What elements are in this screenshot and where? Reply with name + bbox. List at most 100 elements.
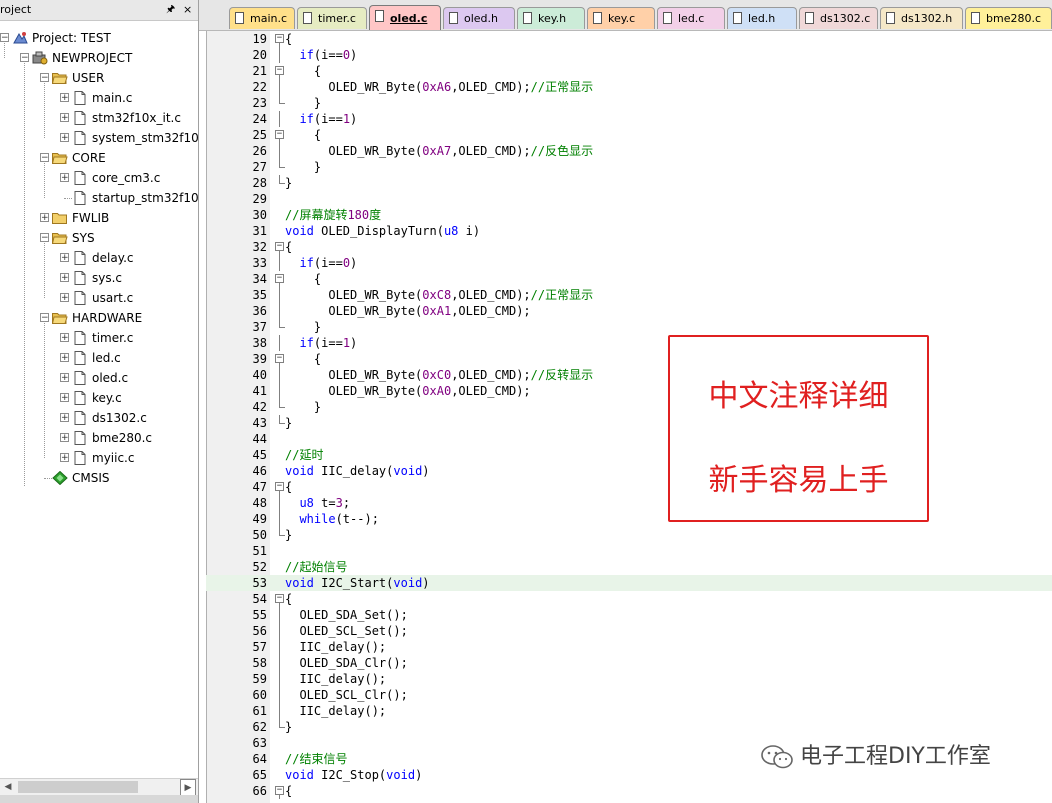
tab-main-c[interactable]: main.c [229,7,295,29]
code-line[interactable]: 55 OLED_SDA_Set(); [206,607,1052,623]
tree-item-it[interactable]: + stm32f10x_it.c [0,108,198,128]
code-line[interactable]: 56 OLED_SCL_Set(); [206,623,1052,639]
code-line[interactable]: 50} [206,527,1052,543]
fold-box-icon[interactable]: − [275,786,284,795]
code-line[interactable]: 24 if(i==1) [206,111,1052,127]
expand-icon[interactable]: + [60,373,69,383]
tree-item-fwlib[interactable]: + FWLIB [0,208,198,228]
fold-box-icon[interactable]: − [275,354,284,363]
scroll-thumb[interactable] [18,781,138,793]
fold-box-icon[interactable]: − [275,482,284,491]
code-line[interactable]: 25− { [206,127,1052,143]
tree-item-startup[interactable]: startup_stm32f10x_m [0,188,198,208]
code-line[interactable]: 62} [206,719,1052,735]
collapse-icon[interactable]: − [40,73,49,83]
tab-oled-c[interactable]: oled.c [369,5,441,30]
tree-item-corecm3[interactable]: + core_cm3.c [0,168,198,188]
code-line[interactable]: 60 OLED_SCL_Clr(); [206,687,1052,703]
close-icon[interactable]: × [183,0,192,20]
fold-box-icon[interactable]: − [275,34,284,43]
expand-icon[interactable]: + [60,393,69,403]
code-line[interactable]: 37 } [206,319,1052,335]
tab-oled-h[interactable]: oled.h [443,7,515,29]
code-line[interactable]: 32−{ [206,239,1052,255]
fold-box-icon[interactable]: − [275,242,284,251]
code-line[interactable]: 66−{ [206,783,1052,799]
project-horizontal-scrollbar[interactable]: ◀ ▶ [0,778,198,796]
tree-item-usart[interactable]: + usart.c [0,288,198,308]
code-line[interactable]: 30 //屏幕旋转180度 [206,207,1052,223]
expand-icon[interactable]: + [60,453,69,463]
code-line[interactable]: 29 [206,191,1052,207]
tree-item-main[interactable]: + main.c [0,88,198,108]
code-line[interactable]: 34− { [206,271,1052,287]
tab-key-c[interactable]: key.c [587,7,655,29]
tree-item-myiic[interactable]: + myiic.c [0,448,198,468]
scroll-left-icon[interactable]: ◀ [0,779,16,796]
tree-item-bme280[interactable]: + bme280.c [0,428,198,448]
tree-item-sys[interactable]: − SYS [0,228,198,248]
code-line[interactable]: 27 } [206,159,1052,175]
expand-icon[interactable]: + [60,433,69,443]
expand-icon[interactable]: + [60,353,69,363]
tree-item-ds1302[interactable]: + ds1302.c [0,408,198,428]
code-line[interactable]: 19−{ [206,31,1052,47]
pin-icon[interactable]: 🖈︎ [166,0,175,20]
expand-icon[interactable]: + [60,133,69,143]
tab-bme280-c[interactable]: bme280.c [965,7,1052,29]
code-line[interactable]: 28} [206,175,1052,191]
tab-key-h[interactable]: key.h [517,7,585,29]
collapse-icon[interactable]: − [0,33,9,43]
code-line[interactable]: 61 IIC_delay(); [206,703,1052,719]
tree-item-delay[interactable]: + delay.c [0,248,198,268]
code-line[interactable]: 22 OLED_WR_Byte(0xA6,OLED_CMD);//正常显示 [206,79,1052,95]
expand-icon[interactable]: + [60,253,69,263]
tree-item-system[interactable]: + system_stm32f10x.c [0,128,198,148]
code-line[interactable]: 21− { [206,63,1052,79]
expand-icon[interactable]: + [60,273,69,283]
tree-item-cmsis[interactable]: CMSIS [0,468,198,488]
fold-box-icon[interactable]: − [275,594,284,603]
code-line[interactable]: 54−{ [206,591,1052,607]
tree-item-oled[interactable]: + oled.c [0,368,198,388]
tree-item-core[interactable]: − CORE [0,148,198,168]
code-line[interactable]: 53 void I2C_Start(void) [206,575,1052,591]
collapse-icon[interactable]: − [40,313,49,323]
tree-item-newproject[interactable]: − NEWPROJECT [0,48,198,68]
code-line[interactable]: 51 [206,543,1052,559]
tab-led-h[interactable]: led.h [727,7,797,29]
code-line[interactable]: 31 void OLED_DisplayTurn(u8 i) [206,223,1052,239]
tab-timer-c[interactable]: timer.c [297,7,367,29]
tree-item-key[interactable]: + key.c [0,388,198,408]
tab-led-c[interactable]: led.c [657,7,725,29]
code-line[interactable]: 33 if(i==0) [206,255,1052,271]
expand-icon[interactable]: + [60,93,69,103]
code-line[interactable]: 35 OLED_WR_Byte(0xC8,OLED_CMD);//正常显示 [206,287,1052,303]
scroll-right-icon[interactable]: ▶ [180,779,196,796]
expand-icon[interactable]: + [60,173,69,183]
fold-box-icon[interactable]: − [275,130,284,139]
code-line[interactable]: 20 if(i==0) [206,47,1052,63]
code-line[interactable]: 59 IIC_delay(); [206,671,1052,687]
expand-icon[interactable]: + [60,113,69,123]
code-line[interactable]: 57 IIC_delay(); [206,639,1052,655]
collapse-icon[interactable]: − [40,153,49,163]
tab-ds1302-h[interactable]: ds1302.h [880,7,963,29]
code-line[interactable]: 52 //起始信号 [206,559,1052,575]
code-line[interactable]: 23 } [206,95,1052,111]
tree-item-user[interactable]: − USER [0,68,198,88]
expand-icon[interactable]: + [60,333,69,343]
collapse-icon[interactable]: − [40,233,49,243]
code-line[interactable]: 36 OLED_WR_Byte(0xA1,OLED_CMD); [206,303,1052,319]
tree-item-sysc[interactable]: + sys.c [0,268,198,288]
tree-item-led[interactable]: + led.c [0,348,198,368]
tab-ds1302-c[interactable]: ds1302.c [799,7,878,29]
tree-item-timer[interactable]: + timer.c [0,328,198,348]
expand-icon[interactable]: + [40,213,49,223]
fold-box-icon[interactable]: − [275,274,284,283]
tree-item-hardware[interactable]: − HARDWARE [0,308,198,328]
expand-icon[interactable]: + [60,413,69,423]
tree-item-project[interactable]: − Project: TEST [0,28,198,48]
expand-icon[interactable]: + [60,293,69,303]
code-line[interactable]: 58 OLED_SDA_Clr(); [206,655,1052,671]
